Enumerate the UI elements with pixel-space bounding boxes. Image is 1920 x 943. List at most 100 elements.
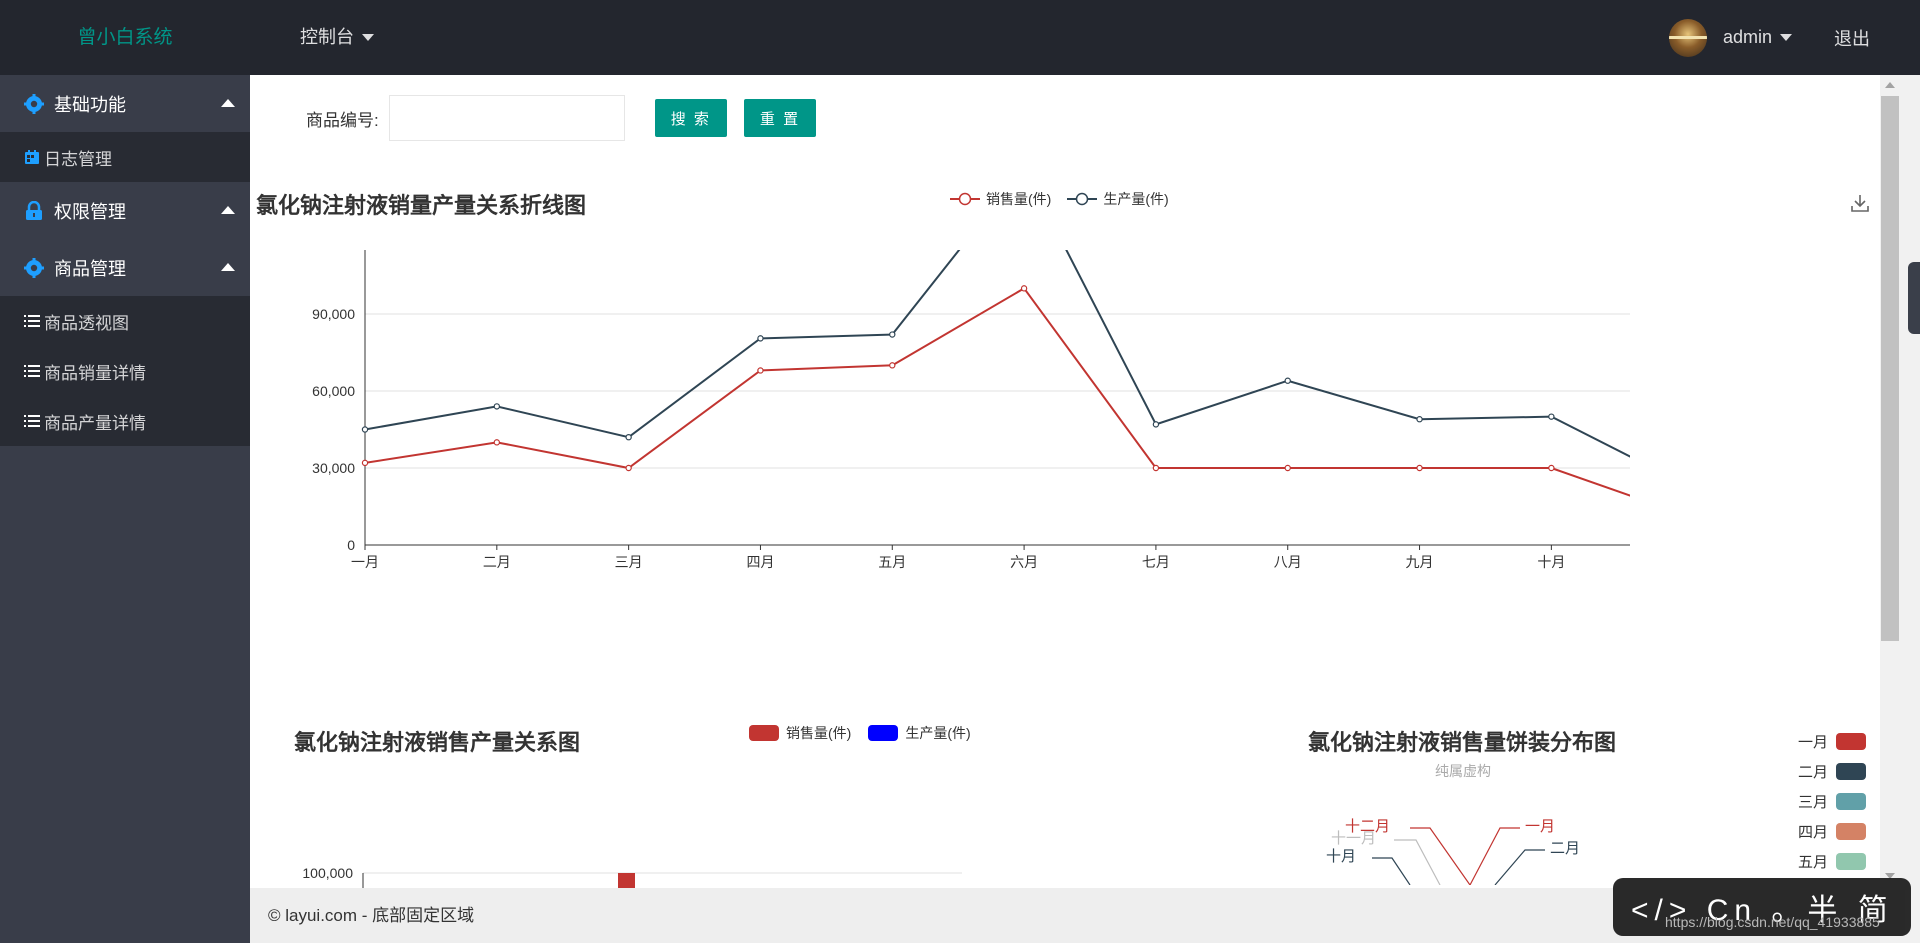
scrollbar-thumb[interactable] (1881, 96, 1899, 641)
gear-icon (24, 93, 44, 114)
x-tick-label: 二月 (483, 554, 511, 570)
sidebar-group-label: 基础功能 (54, 94, 126, 115)
line-chart: 030,00060,00090,000120,000150,000一月二月三月四… (312, 250, 1630, 570)
product-id-input[interactable] (388, 95, 625, 141)
legend-item-production[interactable]: 生产量(件) (1067, 189, 1169, 209)
product-id-label: 商品编号: (306, 110, 379, 130)
sidebar-children-basic: 日志管理 (0, 132, 250, 182)
y-tick-label: 100,000 (302, 865, 353, 881)
x-tick-label: 五月 (878, 554, 906, 570)
series-line (364, 250, 1630, 458)
data-point (1284, 377, 1291, 384)
legend-swatch (1836, 852, 1866, 870)
pie-legend-item[interactable]: 二月 (1766, 756, 1866, 786)
line-chart-legend: 销售量(件) 生产量(件) (950, 189, 1169, 209)
search-form: 商品编号: 搜 索 重 置 (306, 95, 817, 141)
pie-slice-label: 一月 (1525, 818, 1555, 835)
user-menu[interactable]: admin (1723, 27, 1792, 48)
legend-bar-swatch-icon (868, 725, 899, 741)
data-point (361, 459, 369, 467)
sidebar-group-product[interactable]: 商品管理 (0, 239, 250, 296)
x-tick-label: 十月 (1537, 554, 1565, 570)
pie-chart-labels: 十二月十一月十月一月二月 (1326, 818, 1580, 885)
data-point (1416, 416, 1423, 423)
console-menu-label: 控制台 (300, 27, 354, 47)
legend-label: 五月 (1797, 853, 1828, 871)
legend-label: 四月 (1797, 823, 1828, 841)
data-point (757, 367, 764, 374)
calendar-icon (24, 149, 44, 165)
pie-label-line (1372, 857, 1411, 885)
console-menu[interactable]: 控制台 (300, 0, 374, 75)
sidebar: 基础功能 日志管理 权限管理 商品管理 商品透视图 商品销量详情 商品产量详情 (0, 75, 250, 943)
chevron-up-icon (221, 206, 235, 214)
list-icon (24, 364, 44, 378)
x-tick-label: 六月 (1010, 554, 1038, 570)
chevron-down-icon (362, 34, 374, 41)
legend-item-sales[interactable]: 销售量(件) (748, 723, 851, 743)
x-tick-label: 八月 (1274, 554, 1302, 570)
search-button[interactable]: 搜 索 (654, 99, 727, 137)
series-line (364, 287, 1630, 497)
sidebar-item-sales-detail[interactable]: 商品销量详情 (0, 346, 250, 396)
data-point (889, 331, 896, 338)
data-point (1152, 464, 1160, 472)
data-point (1416, 464, 1423, 472)
sidebar-group-permission[interactable]: 权限管理 (0, 182, 250, 239)
data-point (1548, 464, 1555, 472)
legend-item-sales[interactable]: 销售量(件) (950, 189, 1051, 209)
legend-swatch (1836, 732, 1866, 750)
side-panel-handle[interactable] (1908, 262, 1920, 334)
x-tick-label: 九月 (1406, 554, 1434, 570)
data-point (889, 362, 896, 369)
pie-legend-item[interactable]: 四月 (1766, 816, 1866, 846)
watermark-url: https://blog.csdn.net/qq_41933885 (1665, 914, 1880, 930)
data-point (361, 426, 369, 433)
download-icon[interactable] (1849, 192, 1871, 214)
sidebar-item-log[interactable]: 日志管理 (0, 132, 250, 182)
legend-label: 生产量(件) (905, 725, 971, 741)
pie-label-line (1410, 827, 1471, 885)
sidebar-group-label: 权限管理 (54, 201, 126, 222)
pie-slice-label: 二月 (1550, 840, 1580, 857)
app-logo[interactable]: 曾小白系统 (0, 0, 250, 75)
pie-slice-label: 十月 (1326, 848, 1356, 865)
sidebar-item-production-detail[interactable]: 商品产量详情 (0, 396, 250, 446)
legend-label: 二月 (1797, 763, 1828, 781)
logout-link[interactable]: 退出 (1834, 25, 1870, 51)
sidebar-item-label: 日志管理 (44, 149, 112, 169)
list-icon (24, 414, 44, 428)
pie-legend-item[interactable]: 三月 (1766, 786, 1866, 816)
sidebar-group-label: 商品管理 (54, 258, 126, 279)
y-tick-label: 30,000 (312, 460, 355, 476)
x-tick-label: 四月 (746, 554, 774, 570)
line-chart-title: 氯化钠注射液销量产量关系折线图 (256, 193, 587, 218)
pie-label-line (1494, 849, 1545, 885)
pie-legend-item[interactable]: 五月 (1766, 846, 1866, 876)
legend-swatch (1836, 762, 1866, 780)
bar-chart-legend: 销售量(件) 生产量(件) (748, 723, 971, 743)
sidebar-item-product-pivot[interactable]: 商品透视图 (0, 296, 250, 346)
pie-label-line (1469, 827, 1520, 885)
legend-item-production[interactable]: 生产量(件) (867, 723, 971, 743)
pie-legend-item[interactable]: 一月 (1766, 726, 1866, 756)
data-point (1548, 413, 1555, 420)
chevron-up-icon (221, 263, 235, 271)
pie-slice-label: 十一月 (1331, 830, 1376, 847)
x-tick-label: 一月 (351, 554, 379, 570)
scroll-up-icon[interactable] (1885, 82, 1895, 88)
legend-line-marker-icon (950, 192, 980, 206)
avatar[interactable] (1668, 18, 1707, 57)
legend-bar-swatch-icon (749, 725, 779, 741)
reset-button[interactable]: 重 置 (743, 99, 817, 137)
chevron-down-icon (1780, 34, 1792, 41)
legend-label: 生产量(件) (1103, 191, 1169, 207)
data-point (493, 439, 501, 446)
x-tick-label: 三月 (615, 554, 643, 570)
legend-label: 销售量(件) (786, 725, 852, 741)
y-tick-label: 90,000 (312, 306, 355, 322)
legend-label: 三月 (1797, 793, 1828, 811)
data-point (1284, 464, 1291, 472)
list-icon (24, 314, 44, 328)
sidebar-group-basic[interactable]: 基础功能 (0, 75, 250, 132)
